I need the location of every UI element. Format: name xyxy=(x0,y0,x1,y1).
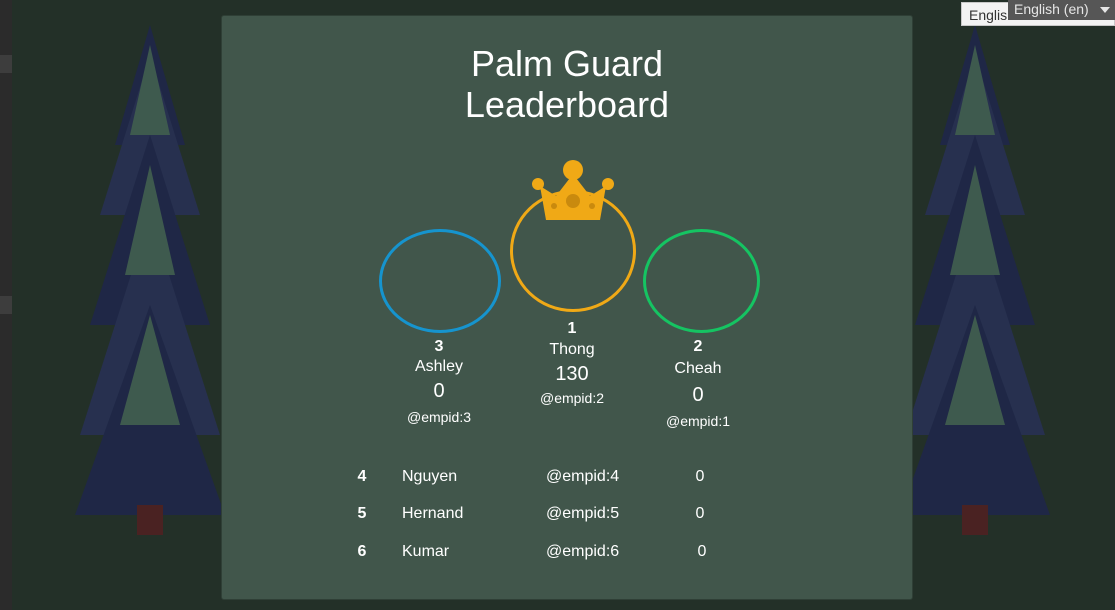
title-line-2: Leaderboard xyxy=(464,84,670,125)
podium-rank: 3 xyxy=(434,338,444,355)
row-name: Kumar xyxy=(402,543,450,560)
language-dropdown[interactable]: English (en) xyxy=(1008,0,1115,20)
row-rank: 4 xyxy=(357,468,367,485)
avatar-ring-rank-3 xyxy=(379,229,501,333)
podium-score: 0 xyxy=(433,380,445,402)
strip-marker xyxy=(0,296,12,314)
title-line-1: Palm Guard xyxy=(470,43,664,84)
row-empid: @empid:4 xyxy=(546,468,620,485)
leaderboard-row: 5 Hernand @empid:5 0 xyxy=(222,505,912,529)
podium-second: 2 Cheah 0 @empid:1 xyxy=(618,338,778,434)
leaderboard-panel: Palm Guard Leaderboard 1 Thong 130 @empi… xyxy=(221,15,913,600)
podium-name: Ashley xyxy=(414,358,464,375)
podium-rank: 2 xyxy=(693,338,703,355)
pine-tree-icon xyxy=(75,25,225,535)
row-name: Hernand xyxy=(402,505,464,522)
podium-rank: 1 xyxy=(567,320,577,337)
row-rank: 5 xyxy=(357,505,367,522)
row-score: 0 xyxy=(695,468,705,485)
podium-name: Cheah xyxy=(674,360,722,377)
leaderboard-row: 4 Nguyen @empid:4 0 xyxy=(222,468,912,492)
podium-score: 0 xyxy=(692,384,704,406)
avatar-ring-rank-2 xyxy=(643,229,760,333)
row-name: Nguyen xyxy=(402,468,458,485)
strip-marker xyxy=(0,55,12,73)
podium-third: 3 Ashley 0 @empid:3 xyxy=(359,338,519,430)
editor-left-strip xyxy=(0,0,12,610)
row-score: 0 xyxy=(697,543,707,560)
row-score: 0 xyxy=(695,505,705,522)
row-empid: @empid:6 xyxy=(546,543,620,560)
podium-empid: @empid:3 xyxy=(406,409,472,425)
row-empid: @empid:5 xyxy=(546,505,620,522)
chevron-down-icon[interactable] xyxy=(1100,7,1110,13)
language-back-label: Englis xyxy=(969,7,1008,23)
language-selected-label: English (en) xyxy=(1014,1,1089,17)
leaderboard-row: 6 Kumar @empid:6 0 xyxy=(222,543,912,567)
podium-empid: @empid:1 xyxy=(665,413,731,429)
row-rank: 6 xyxy=(357,543,367,560)
avatar-ring-rank-1 xyxy=(510,190,636,312)
pine-tree-icon xyxy=(900,25,1050,535)
